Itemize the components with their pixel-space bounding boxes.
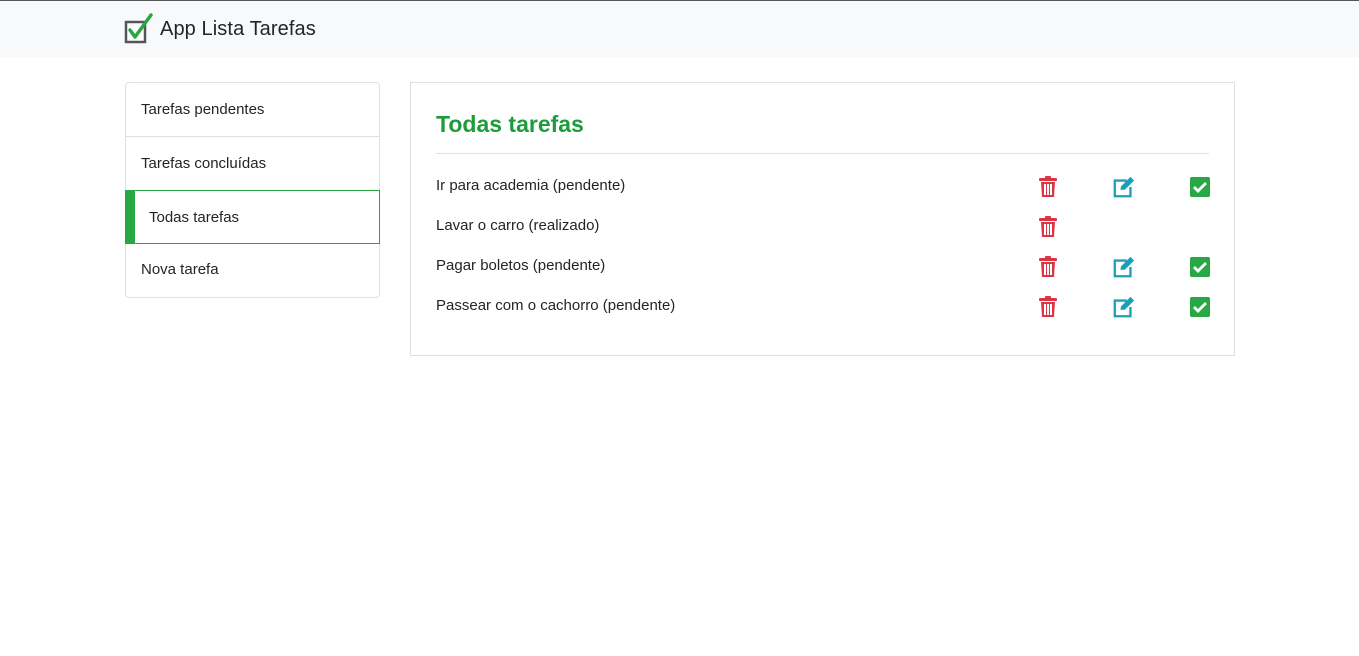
task-row: Ir para academia (pendente) — [436, 171, 1212, 201]
edit-icon[interactable] — [1112, 295, 1136, 319]
task-text: Ir para academia (pendente) — [436, 177, 626, 194]
trash-icon[interactable] — [1036, 295, 1060, 319]
navbar: App Lista Tarefas — [0, 0, 1359, 57]
sidebar-menu: Tarefas pendentes Tarefas concluídas Tod… — [125, 82, 380, 298]
trash-icon[interactable] — [1036, 255, 1060, 279]
edit-icon[interactable] — [1112, 255, 1136, 279]
check-square-icon[interactable] — [1188, 295, 1212, 319]
checkbox-check-logo — [124, 13, 153, 44]
task-text: Lavar o carro (realizado) — [436, 217, 600, 234]
tasks-panel: Todas tarefas Ir para academia (pendente… — [410, 82, 1235, 356]
task-row: Pagar boletos (pendente) — [436, 251, 1212, 281]
sidebar-item-completed[interactable]: Tarefas concluídas — [126, 137, 379, 191]
brand-link[interactable]: App Lista Tarefas — [124, 13, 316, 45]
task-row: Lavar o carro (realizado) — [436, 211, 1209, 241]
task-row: Passear com o cachorro (pendente) — [436, 291, 1212, 321]
divider — [436, 153, 1209, 154]
check-square-icon[interactable] — [1188, 255, 1212, 279]
edit-icon[interactable] — [1112, 175, 1136, 199]
sidebar-item-pending[interactable]: Tarefas pendentes — [126, 83, 379, 137]
trash-icon[interactable] — [1036, 215, 1060, 239]
task-text: Pagar boletos (pendente) — [436, 257, 606, 274]
sidebar-item-all-tasks[interactable]: Todas tarefas — [125, 190, 380, 244]
task-text: Passear com o cachorro (pendente) — [436, 297, 676, 314]
sidebar-item-new-task[interactable]: Nova tarefa — [126, 243, 379, 297]
brand-title: App Lista Tarefas — [160, 17, 316, 40]
page-title: Todas tarefas — [436, 111, 584, 137]
check-square-icon[interactable] — [1188, 175, 1212, 199]
trash-icon[interactable] — [1036, 175, 1060, 199]
